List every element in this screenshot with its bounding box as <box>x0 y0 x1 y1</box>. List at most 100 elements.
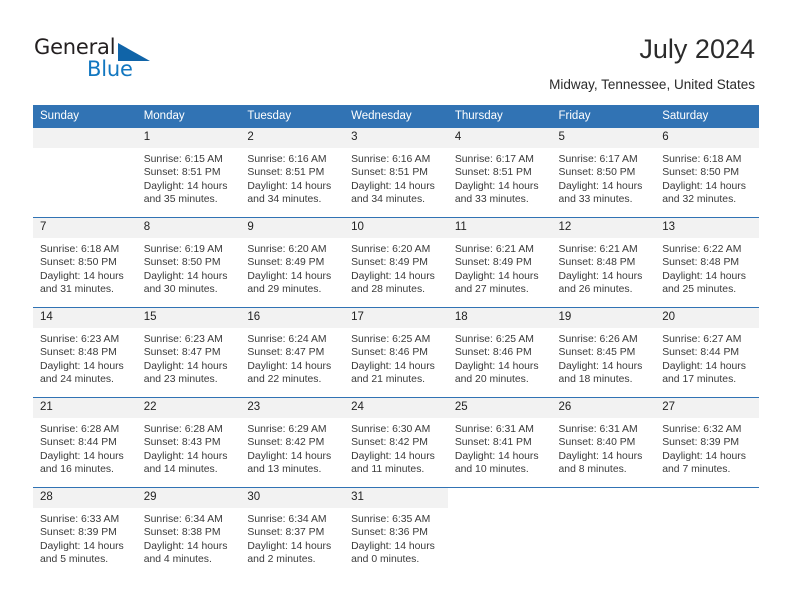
day-detail-line: Daylight: 14 hours <box>351 180 435 192</box>
day-cell[interactable]: 27 Sunrise: 6:32 AM Sunset: 8:39 PM Dayligh… <box>655 397 759 488</box>
day-cell[interactable]: 7 Sunrise: 6:18 AM Sunset: 8:50 PM Daylight… <box>33 217 137 308</box>
day-detail-line: Daylight: 14 hours <box>143 450 228 462</box>
weekday-header-wednesday: Wednesday <box>344 105 448 128</box>
day-cell[interactable]: 14 Sunrise: 6:23 AM Sunset: 8:48 PM Dayligh… <box>33 307 137 398</box>
day-details: Sunrise: 6:21 AM Sunset: 8:48 PM Daylight:… <box>552 238 656 297</box>
day-detail-line: Sunset: 8:51 PM <box>454 167 532 179</box>
day-cell[interactable]: 30 Sunrise: 6:34 AM Sunset: 8:37 PM Dayligh… <box>240 487 345 577</box>
day-cell[interactable]: 12 Sunrise: 6:21 AM Sunset: 8:48 PM Dayligh… <box>551 217 656 308</box>
day-detail-line: Daylight: 14 hours <box>247 180 332 192</box>
day-cell[interactable]: 29 Sunrise: 6:34 AM Sunset: 8:38 PM Dayligh… <box>136 487 241 577</box>
day-cell[interactable]: 6 Sunrise: 6:18 AM Sunset: 8:50 PM Daylight… <box>655 127 759 218</box>
day-number <box>551 488 656 508</box>
day-details: Sunrise: 6:32 AM Sunset: 8:39 PM Daylight:… <box>655 418 759 477</box>
day-cell-empty <box>655 487 759 577</box>
day-number: 23 <box>240 398 345 418</box>
day-cell[interactable]: 11 Sunrise: 6:21 AM Sunset: 8:49 PM Dayligh… <box>447 217 552 308</box>
day-number: 20 <box>655 308 759 328</box>
day-detail-line: Sunrise: 6:21 AM <box>558 244 638 255</box>
calendar-head: Sunday Monday Tuesday Wednesday Thursday Frid… <box>33 105 759 128</box>
day-cell[interactable]: 4 Sunrise: 6:17 AM Sunset: 8:51 PM Daylight… <box>447 127 552 218</box>
day-number <box>33 128 137 148</box>
day-number: 11 <box>447 218 552 238</box>
day-number: 12 <box>551 218 656 238</box>
day-details: Sunrise: 6:16 AM Sunset: 8:51 PM Daylight:… <box>344 148 448 207</box>
day-cell[interactable]: 25 Sunrise: 6:31 AM Sunset: 8:41 PM Dayligh… <box>447 397 552 488</box>
day-cell[interactable]: 22 Sunrise: 6:28 AM Sunset: 8:43 PM Dayligh… <box>136 397 241 488</box>
day-cell[interactable]: 28 Sunrise: 6:33 AM Sunset: 8:39 PM Dayligh… <box>33 487 137 577</box>
day-details: Sunrise: 6:25 AM Sunset: 8:46 PM Daylight:… <box>344 328 448 387</box>
day-cell[interactable]: 15 Sunrise: 6:23 AM Sunset: 8:47 PM Dayligh… <box>136 307 241 398</box>
day-cell[interactable]: 10 Sunrise: 6:20 AM Sunset: 8:49 PM Dayligh… <box>344 217 448 308</box>
day-number: 10 <box>344 218 448 238</box>
day-number: 15 <box>136 308 241 328</box>
day-detail-line: Sunset: 8:45 PM <box>558 347 636 359</box>
day-detail-line: Sunset: 8:44 PM <box>662 347 740 359</box>
day-detail-line: Sunset: 8:51 PM <box>247 167 325 179</box>
day-cell[interactable]: 2 Sunrise: 6:16 AM Sunset: 8:51 PM Daylight… <box>240 127 345 218</box>
day-detail-line: Daylight: 14 hours <box>558 270 643 282</box>
day-cell[interactable]: 16 Sunrise: 6:24 AM Sunset: 8:47 PM Dayligh… <box>240 307 345 398</box>
day-detail-line: and 32 minutes. <box>662 194 737 206</box>
day-cell[interactable]: 17 Sunrise: 6:25 AM Sunset: 8:46 PM Dayligh… <box>344 307 448 398</box>
day-number <box>447 488 552 508</box>
day-cell[interactable]: 18 Sunrise: 6:25 AM Sunset: 8:46 PM Dayligh… <box>447 307 552 398</box>
day-number: 28 <box>33 488 137 508</box>
day-cell[interactable]: 23 Sunrise: 6:29 AM Sunset: 8:42 PM Dayligh… <box>240 397 345 488</box>
weekday-header-sunday: Sunday <box>33 105 137 128</box>
day-number: 14 <box>33 308 137 328</box>
day-detail-line: Sunrise: 6:26 AM <box>558 334 638 345</box>
day-cell[interactable]: 8 Sunrise: 6:19 AM Sunset: 8:50 PM Daylight… <box>136 217 241 308</box>
day-detail-line: Sunset: 8:50 PM <box>143 257 221 269</box>
day-detail-line: Sunrise: 6:18 AM <box>662 154 742 165</box>
day-detail-line: and 0 minutes. <box>351 554 420 566</box>
day-cell[interactable]: 31 Sunrise: 6:35 AM Sunset: 8:36 PM Dayligh… <box>344 487 448 577</box>
day-details: Sunrise: 6:25 AM Sunset: 8:46 PM Daylight:… <box>448 328 552 387</box>
day-detail-line: Sunset: 8:49 PM <box>454 257 532 269</box>
day-number: 6 <box>655 128 759 148</box>
day-detail-line: Sunset: 8:37 PM <box>247 527 325 539</box>
day-cell[interactable]: 9 Sunrise: 6:20 AM Sunset: 8:49 PM Daylight… <box>240 217 345 308</box>
day-cell[interactable]: 21 Sunrise: 6:28 AM Sunset: 8:44 PM Dayligh… <box>33 397 137 488</box>
day-detail-line: and 13 minutes. <box>247 464 322 476</box>
day-detail-line: Sunset: 8:49 PM <box>247 257 325 269</box>
day-number: 8 <box>136 218 241 238</box>
day-detail-line: Daylight: 14 hours <box>454 180 539 192</box>
day-number: 13 <box>655 218 759 238</box>
day-detail-line: Daylight: 14 hours <box>143 540 228 552</box>
day-detail-line: Sunset: 8:51 PM <box>351 167 428 179</box>
day-cell[interactable]: 1 Sunrise: 6:15 AM Sunset: 8:51 PM Daylight… <box>136 127 241 218</box>
day-detail-line: Daylight: 14 hours <box>247 270 332 282</box>
day-detail-line: and 11 minutes. <box>351 464 425 476</box>
day-detail-line: Daylight: 14 hours <box>351 450 435 462</box>
day-cell[interactable]: 26 Sunrise: 6:31 AM Sunset: 8:40 PM Dayligh… <box>551 397 656 488</box>
day-detail-line: Sunrise: 6:30 AM <box>351 424 431 435</box>
day-cell[interactable]: 13 Sunrise: 6:22 AM Sunset: 8:48 PM Dayligh… <box>655 217 759 308</box>
day-cell[interactable]: 3 Sunrise: 6:16 AM Sunset: 8:51 PM Daylight… <box>344 127 448 218</box>
day-cell[interactable]: 19 Sunrise: 6:26 AM Sunset: 8:45 PM Dayligh… <box>551 307 656 398</box>
day-detail-line: and 30 minutes. <box>143 284 218 296</box>
day-detail-line: Sunrise: 6:16 AM <box>247 154 327 165</box>
day-number: 7 <box>33 218 137 238</box>
day-number <box>655 488 759 508</box>
day-number: 16 <box>240 308 345 328</box>
day-cell[interactable]: 5 Sunrise: 6:17 AM Sunset: 8:50 PM Daylight… <box>551 127 656 218</box>
day-number: 17 <box>344 308 448 328</box>
general-blue-logo[interactable]: General Blue <box>34 35 174 87</box>
day-cell[interactable]: 20 Sunrise: 6:27 AM Sunset: 8:44 PM Dayligh… <box>655 307 759 398</box>
day-details: Sunrise: 6:17 AM Sunset: 8:51 PM Daylight:… <box>448 148 552 207</box>
day-detail-line: and 16 minutes. <box>40 464 114 476</box>
day-detail-line: Sunrise: 6:16 AM <box>351 154 431 165</box>
day-detail-line: Daylight: 14 hours <box>143 270 228 282</box>
day-detail-line: Sunrise: 6:34 AM <box>143 514 223 525</box>
day-number: 3 <box>344 128 448 148</box>
day-details: Sunrise: 6:20 AM Sunset: 8:49 PM Daylight:… <box>344 238 448 297</box>
day-details <box>448 508 552 513</box>
day-details: Sunrise: 6:19 AM Sunset: 8:50 PM Daylight:… <box>137 238 241 297</box>
day-detail-line: Sunset: 8:41 PM <box>454 437 532 449</box>
logo-text-general: General <box>34 35 116 59</box>
day-detail-line: and 18 minutes. <box>558 374 633 386</box>
day-cell[interactable]: 24 Sunrise: 6:30 AM Sunset: 8:42 PM Dayligh… <box>344 397 448 488</box>
day-detail-line: Sunrise: 6:17 AM <box>454 154 534 165</box>
calendar-page: General Blue July 2024 Midway, Tennessee… <box>0 0 792 612</box>
